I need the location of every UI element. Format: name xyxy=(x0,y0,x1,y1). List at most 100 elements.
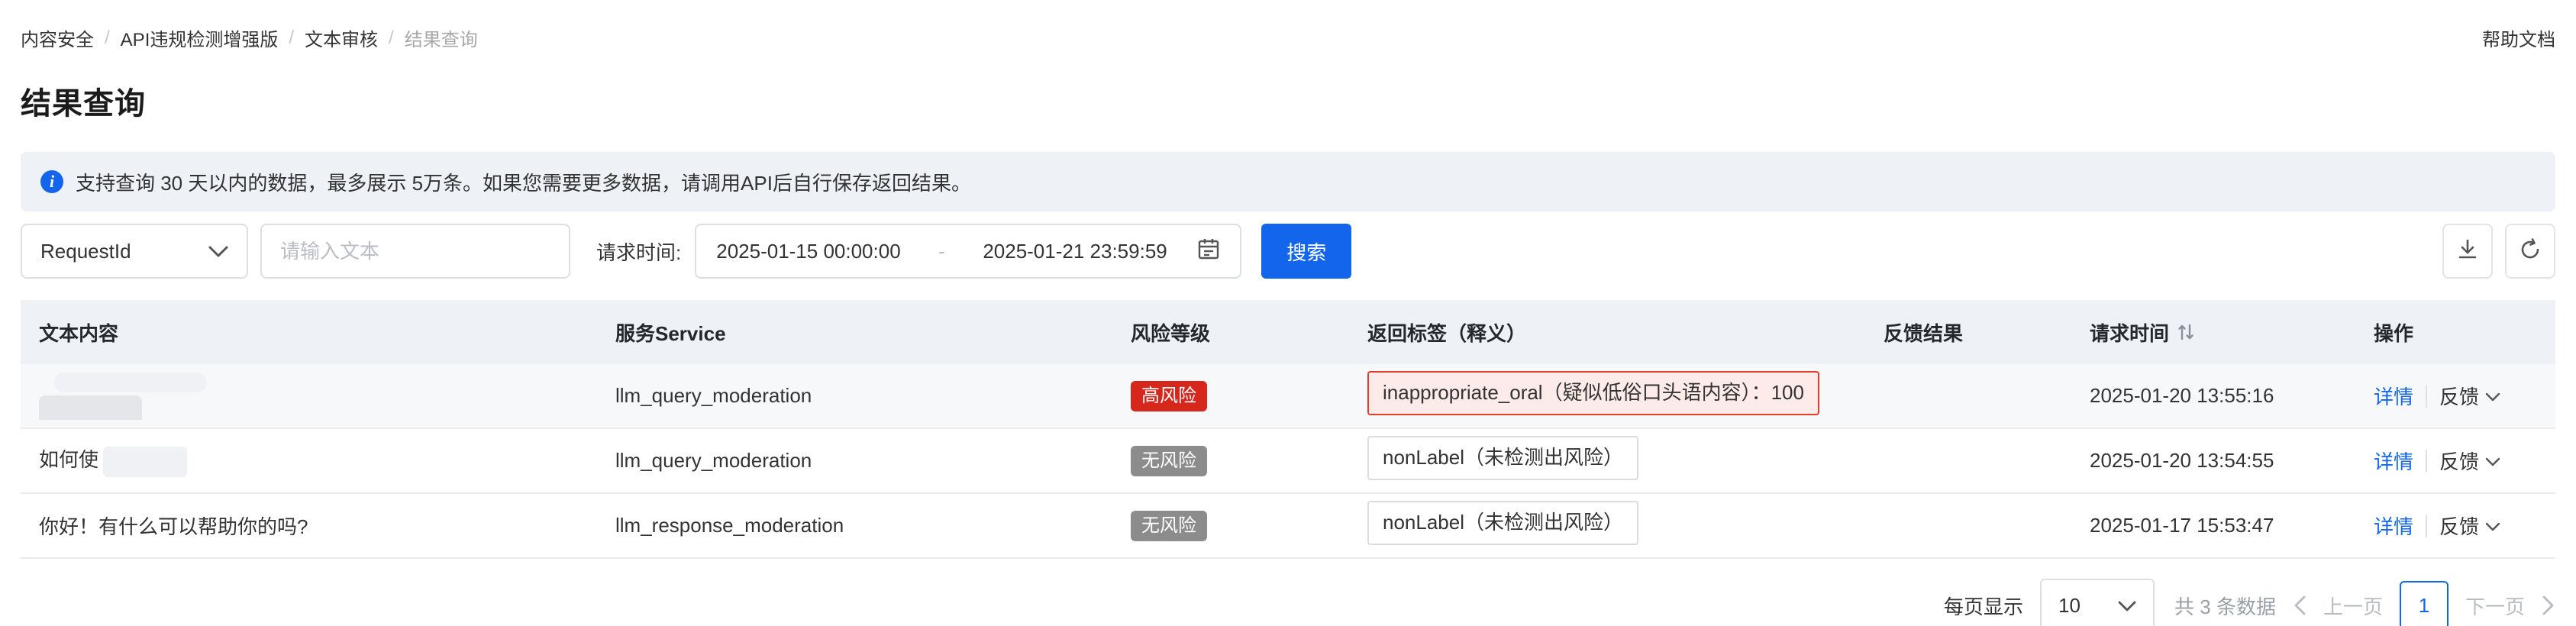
cell-request-time: 2025-01-20 13:55:16 xyxy=(2071,384,2355,408)
cell-label: nonLabel（未检测出风险） xyxy=(1349,436,1865,486)
breadcrumb-separator: / xyxy=(105,27,110,49)
filter-bar: RequestId 请求时间: 2025-01-15 00:00:00 - 20… xyxy=(21,224,2555,279)
label-tag: nonLabel（未检测出风险） xyxy=(1367,436,1638,480)
col-header-request-time: 请求时间 xyxy=(2071,318,2355,347)
col-header-feedback-result: 反馈结果 xyxy=(1865,318,2071,347)
redacted-text-blur xyxy=(39,373,215,420)
cell-actions: 详情 反馈 xyxy=(2355,382,2555,410)
breadcrumb-item-content-security[interactable]: 内容安全 xyxy=(21,24,94,51)
chevron-down-icon xyxy=(2485,384,2500,408)
action-divider xyxy=(2426,515,2427,537)
next-page-icon[interactable] xyxy=(2542,595,2555,616)
page-size-select[interactable]: 10 xyxy=(2040,579,2155,626)
cell-risk-level: 高风险 xyxy=(1112,381,1349,411)
date-end-value[interactable]: 2025-01-21 23:59:59 xyxy=(983,240,1167,263)
topbar: 内容安全 / API违规检测增强版 / 文本审核 / 结果查询 帮助文档 xyxy=(21,0,2555,51)
detail-link[interactable]: 详情 xyxy=(2374,382,2413,410)
col-header-request-time-label: 请求时间 xyxy=(2090,318,2169,347)
date-range-separator: - xyxy=(938,240,945,263)
breadcrumb-item-result-query: 结果查询 xyxy=(405,24,478,51)
info-icon: i xyxy=(40,170,63,193)
cell-request-time: 2025-01-20 13:54:55 xyxy=(2071,449,2355,473)
prev-page-button[interactable]: 上一页 xyxy=(2323,592,2383,620)
cell-actions: 详情 反馈 xyxy=(2355,447,2555,475)
label-tag: nonLabel（未检测出风险） xyxy=(1367,501,1638,545)
table-row[interactable]: llm_query_moderation 高风险 inappropriate_o… xyxy=(21,364,2555,429)
cell-text-content xyxy=(21,373,597,420)
risk-badge-high: 高风险 xyxy=(1131,381,1207,411)
breadcrumb-item-text-moderation[interactable]: 文本审核 xyxy=(305,24,378,51)
page-title: 结果查询 xyxy=(21,79,2555,123)
chevron-down-icon xyxy=(208,240,228,263)
help-doc-link[interactable]: 帮助文档 xyxy=(2482,24,2555,51)
action-divider xyxy=(2426,450,2427,473)
download-button[interactable] xyxy=(2442,224,2493,279)
cell-request-time: 2025-01-17 15:53:47 xyxy=(2071,514,2355,537)
breadcrumb-separator: / xyxy=(289,27,294,49)
col-header-text-content: 文本内容 xyxy=(21,318,597,347)
cell-text-content-value: 如何使 xyxy=(39,448,98,471)
chevron-down-icon xyxy=(2118,594,2136,618)
total-count-text: 共 3 条数据 xyxy=(2174,592,2276,620)
search-text-input[interactable] xyxy=(260,224,570,279)
redacted-text-blur xyxy=(103,447,187,477)
risk-badge-none: 无风险 xyxy=(1131,511,1207,541)
results-table: 文本内容 服务Service 风险等级 返回标签（释义） 反馈结果 请求时间 操… xyxy=(21,300,2555,559)
risk-badge-none: 无风险 xyxy=(1131,446,1207,476)
search-button[interactable]: 搜索 xyxy=(1261,224,1351,279)
col-header-actions: 操作 xyxy=(2355,318,2555,347)
feedback-dropdown[interactable]: 反馈 xyxy=(2439,511,2500,540)
cell-risk-level: 无风险 xyxy=(1112,446,1349,476)
current-page-button[interactable]: 1 xyxy=(2400,581,2448,626)
cell-label: nonLabel（未检测出风险） xyxy=(1349,501,1865,550)
cell-label: inappropriate_oral（疑似低俗口头语内容）：100 xyxy=(1349,371,1865,421)
feedback-dropdown-label: 反馈 xyxy=(2439,447,2479,475)
field-type-select-value: RequestId xyxy=(40,240,131,263)
download-icon xyxy=(2455,237,2480,266)
feedback-dropdown[interactable]: 反馈 xyxy=(2439,447,2500,475)
redacted-blur-shape xyxy=(39,395,142,420)
action-divider xyxy=(2426,385,2427,408)
sort-icon[interactable] xyxy=(2177,322,2195,342)
cell-service: llm_query_moderation xyxy=(597,449,1112,473)
feedback-dropdown-label: 反馈 xyxy=(2439,382,2479,410)
detail-link[interactable]: 详情 xyxy=(2374,447,2413,475)
feedback-dropdown-label: 反馈 xyxy=(2439,511,2479,540)
request-time-label: 请求时间: xyxy=(596,237,681,266)
breadcrumb-item-api-detection[interactable]: API违规检测增强版 xyxy=(121,24,279,51)
page-size-value: 10 xyxy=(2058,594,2080,618)
cell-text-content: 如何使 xyxy=(21,444,597,476)
redacted-blur-shape xyxy=(54,373,207,392)
detail-link[interactable]: 详情 xyxy=(2374,511,2413,540)
refresh-button[interactable] xyxy=(2505,224,2555,279)
pagination-bar: 每页显示 10 共 3 条数据 上一页 1 下一页 xyxy=(21,579,2555,626)
cell-service: llm_response_moderation xyxy=(597,514,1112,537)
info-banner-text: 支持查询 30 天以内的数据，最多展示 5万条。如果您需要更多数据，请调用API… xyxy=(76,168,971,196)
info-banner: i 支持查询 30 天以内的数据，最多展示 5万条。如果您需要更多数据，请调用A… xyxy=(21,152,2555,211)
next-page-button[interactable]: 下一页 xyxy=(2465,592,2525,620)
refresh-icon xyxy=(2518,237,2542,266)
chevron-down-icon xyxy=(2485,449,2500,473)
label-tag-danger: inappropriate_oral（疑似低俗口头语内容）：100 xyxy=(1367,371,1819,415)
breadcrumb: 内容安全 / API违规检测增强版 / 文本审核 / 结果查询 xyxy=(21,24,478,51)
cell-service: llm_query_moderation xyxy=(597,384,1112,408)
cell-risk-level: 无风险 xyxy=(1112,511,1349,541)
cell-text-content: 你好！有什么可以帮助你的吗? xyxy=(21,511,597,540)
result-query-page: 内容安全 / API违规检测增强版 / 文本审核 / 结果查询 帮助文档 结果查… xyxy=(0,0,2576,626)
col-header-label: 返回标签（释义） xyxy=(1349,318,1865,347)
col-header-risk-level: 风险等级 xyxy=(1112,318,1349,347)
cell-actions: 详情 反馈 xyxy=(2355,511,2555,540)
breadcrumb-separator: / xyxy=(389,27,394,49)
date-range-picker[interactable]: 2025-01-15 00:00:00 - 2025-01-21 23:59:5… xyxy=(695,224,1241,279)
chevron-down-icon xyxy=(2485,514,2500,537)
table-row[interactable]: 如何使 llm_query_moderation 无风险 nonLabel（未检… xyxy=(21,429,2555,494)
field-type-select[interactable]: RequestId xyxy=(21,224,248,279)
per-page-label: 每页显示 xyxy=(1944,592,2023,620)
feedback-dropdown[interactable]: 反馈 xyxy=(2439,382,2500,410)
table-header-row: 文本内容 服务Service 风险等级 返回标签（释义） 反馈结果 请求时间 操… xyxy=(21,300,2555,364)
table-row[interactable]: 你好！有什么可以帮助你的吗? llm_response_moderation 无… xyxy=(21,494,2555,559)
date-start-value[interactable]: 2025-01-15 00:00:00 xyxy=(716,240,900,263)
prev-page-icon[interactable] xyxy=(2293,595,2306,616)
calendar-icon[interactable] xyxy=(1197,237,1220,266)
col-header-service: 服务Service xyxy=(597,318,1112,347)
